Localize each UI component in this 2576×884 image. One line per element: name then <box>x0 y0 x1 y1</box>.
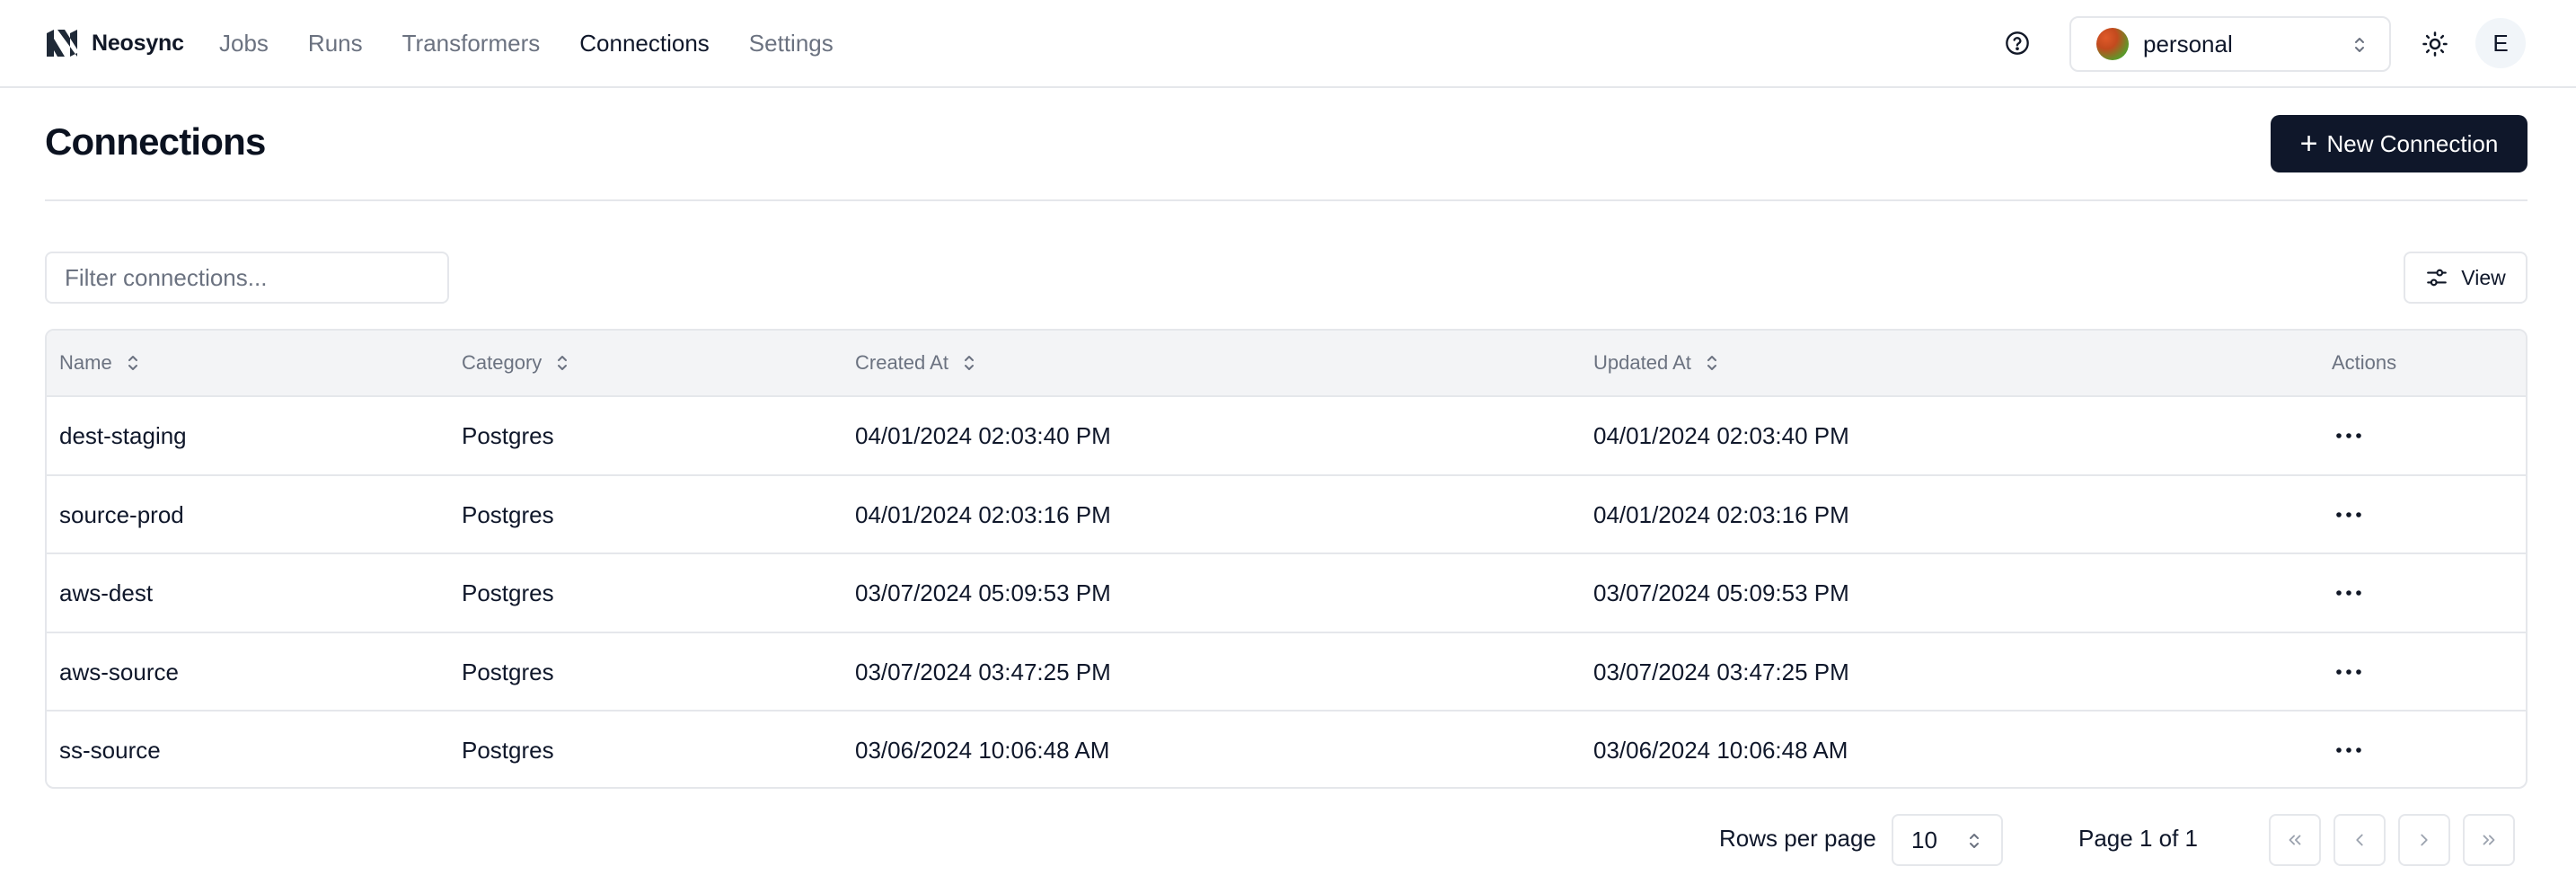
filter-connections-input[interactable] <box>45 252 449 304</box>
chevron-left-icon <box>2356 834 2363 846</box>
more-horizontal-icon <box>2336 433 2361 438</box>
page-info: Page 1 of 1 <box>2078 825 2198 852</box>
cell-created-at: 03/06/2024 10:06:48 AM <box>855 737 1110 764</box>
rows-per-page-value: 10 <box>1911 826 1937 853</box>
header-divider <box>45 199 2527 201</box>
more-horizontal-icon <box>2336 747 2361 753</box>
row-actions-button[interactable] <box>2328 731 2369 769</box>
row-actions-button[interactable] <box>2328 653 2369 691</box>
cell-name[interactable]: source-prod <box>59 476 184 554</box>
cell-updated-at: 04/01/2024 02:03:16 PM <box>1593 500 1849 528</box>
sort-icon <box>128 356 137 370</box>
cell-updated-at: 03/06/2024 10:06:48 AM <box>1593 737 1848 764</box>
cell-created-at: 03/07/2024 05:09:53 PM <box>855 579 1111 606</box>
nav-item-transformers[interactable]: Transformers <box>402 30 541 57</box>
cell-name[interactable]: dest-staging <box>59 397 187 475</box>
chevrons-left-icon <box>2289 835 2301 845</box>
main-nav: Jobs Runs Transformers Connections Setti… <box>219 27 873 59</box>
cell-updated-at: 03/07/2024 05:09:53 PM <box>1593 579 1849 606</box>
cell-category: Postgres <box>462 422 554 449</box>
cell-created-at: 04/01/2024 02:03:40 PM <box>855 422 1111 449</box>
theme-toggle-button[interactable] <box>2413 22 2457 66</box>
more-horizontal-icon <box>2336 590 2361 596</box>
cell-created-at: 04/01/2024 02:03:16 PM <box>855 500 1111 528</box>
more-horizontal-icon <box>2336 668 2361 675</box>
view-options-button[interactable]: View <box>2404 252 2527 304</box>
page-title: Connections <box>45 120 266 163</box>
new-connection-label: New Connection <box>2326 129 2499 157</box>
column-header-category[interactable]: Category <box>462 331 569 395</box>
next-page-button[interactable] <box>2398 814 2450 866</box>
cell-updated-at: 03/07/2024 03:47:25 PM <box>1593 658 1849 685</box>
cell-category: Postgres <box>462 579 554 606</box>
cell-name[interactable]: aws-source <box>59 633 179 712</box>
help-button[interactable] <box>1996 27 2039 59</box>
first-page-button[interactable] <box>2269 814 2321 866</box>
brand-name: Neosync <box>92 30 184 56</box>
more-horizontal-icon <box>2336 511 2361 517</box>
chevron-up-down-icon <box>1970 834 1979 848</box>
cell-category: Postgres <box>462 737 554 764</box>
column-header-actions: Actions <box>2332 351 2397 374</box>
nav-item-runs[interactable]: Runs <box>308 30 363 57</box>
chevron-right-icon <box>2421 834 2428 846</box>
table-row[interactable]: source-prod Postgres 04/01/2024 02:03:16… <box>47 476 2526 554</box>
row-actions-button[interactable] <box>2328 496 2369 534</box>
account-avatar <box>2096 28 2129 60</box>
cell-category: Postgres <box>462 658 554 685</box>
new-connection-button[interactable]: + New Connection <box>2271 115 2527 172</box>
column-header-name[interactable]: Name <box>59 331 139 395</box>
account-switcher[interactable]: personal <box>2069 16 2391 72</box>
table-row[interactable]: dest-staging Postgres 04/01/2024 02:03:4… <box>47 397 2526 476</box>
cell-category: Postgres <box>462 500 554 528</box>
cell-name[interactable]: aws-dest <box>59 554 153 632</box>
chevron-up-down-icon <box>2355 38 2364 52</box>
nav-item-settings[interactable]: Settings <box>749 30 834 57</box>
table-row[interactable]: aws-source Postgres 03/07/2024 03:47:25 … <box>47 633 2526 712</box>
column-header-created-at[interactable]: Created At <box>855 331 975 395</box>
account-name: personal <box>2143 30 2233 57</box>
question-circle-icon <box>2006 31 2029 55</box>
sort-icon <box>558 356 568 370</box>
user-initial: E <box>2492 29 2509 57</box>
cell-updated-at: 04/01/2024 02:03:40 PM <box>1593 422 1849 449</box>
cell-name[interactable]: ss-source <box>59 712 161 787</box>
nav-item-connections[interactable]: Connections <box>579 30 710 57</box>
user-avatar-button[interactable]: E <box>2475 18 2526 68</box>
row-actions-button[interactable] <box>2328 574 2369 612</box>
table-row[interactable]: aws-dest Postgres 03/07/2024 05:09:53 PM… <box>47 554 2526 633</box>
row-actions-button[interactable] <box>2328 417 2369 455</box>
previous-page-button[interactable] <box>2333 814 2386 866</box>
neosync-logo-icon <box>47 30 77 57</box>
rows-per-page-select[interactable]: 10 <box>1892 814 2003 866</box>
table-row[interactable]: ss-source Postgres 03/06/2024 10:06:48 A… <box>47 712 2526 787</box>
plus-icon: + <box>2299 127 2318 161</box>
table-header: Name Category Created At Updated At Acti… <box>47 331 2526 397</box>
nav-item-jobs[interactable]: Jobs <box>219 30 269 57</box>
sliders-icon <box>2427 269 2448 287</box>
column-header-updated-at[interactable]: Updated At <box>1593 331 1718 395</box>
sun-icon <box>2422 31 2448 57</box>
chevrons-right-icon <box>2483 835 2495 845</box>
rows-per-page-label: Rows per page <box>1719 825 1876 852</box>
sort-icon <box>1707 356 1716 370</box>
connections-table: Name Category Created At Updated At Acti… <box>45 329 2527 789</box>
sort-icon <box>964 356 974 370</box>
brand-logo-link[interactable]: Neosync <box>45 27 184 59</box>
top-navigation-bar: Neosync Jobs Runs Transformers Connectio… <box>0 0 2576 88</box>
last-page-button[interactable] <box>2463 814 2515 866</box>
view-button-label: View <box>2461 265 2506 289</box>
cell-created-at: 03/07/2024 03:47:25 PM <box>855 658 1111 685</box>
